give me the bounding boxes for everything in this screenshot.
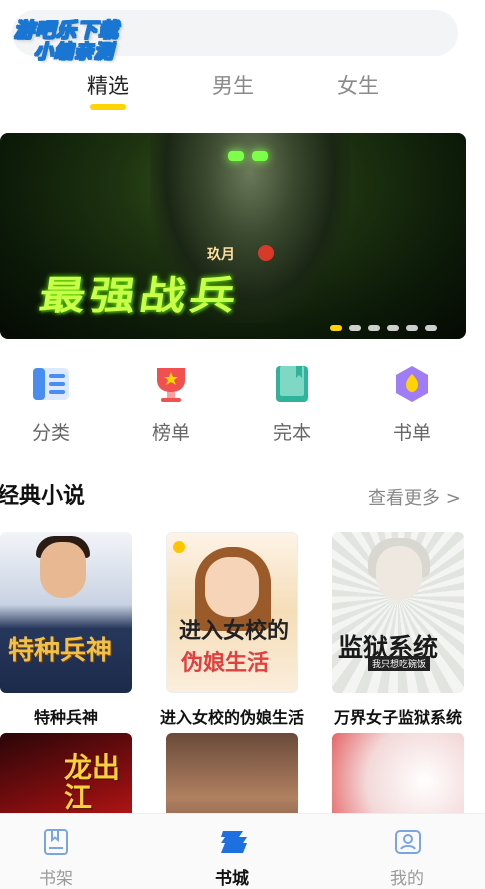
category-booklist[interactable]: 书单 — [372, 362, 452, 445]
cover-figure-head — [376, 546, 422, 600]
profile-icon — [394, 828, 421, 856]
category-label: 完本 — [272, 422, 311, 444]
bottom-nav: 书架 书城 我的 — [0, 813, 485, 889]
banner-title: 最强战兵 — [36, 272, 243, 319]
category-completed[interactable]: 完本 — [252, 362, 332, 445]
cover-title-art: 龙出江 — [64, 751, 121, 814]
book-title: 进入女校的伪娘生活 — [159, 708, 304, 727]
book-card[interactable]: 进入女校的 伪娘生活 进入女校的伪娘生活 — [160, 532, 304, 727]
banner-seal-icon — [258, 245, 274, 261]
category-label: 榜单 — [151, 422, 190, 444]
badge-icon — [390, 362, 434, 406]
carousel-dot[interactable] — [330, 325, 342, 331]
watermark-logo: 游吧乐下载 小编亲测 — [8, 12, 148, 64]
category-label: 分类 — [31, 422, 70, 444]
bookshelf-icon — [43, 828, 69, 856]
tab-active-indicator — [90, 104, 126, 110]
category-ranking[interactable]: 榜单 — [131, 362, 211, 445]
carousel-dot[interactable] — [406, 325, 418, 331]
book-card[interactable]: 特种兵神 特种兵神 — [0, 532, 132, 727]
banner-author: 玖月 — [207, 247, 235, 263]
goggle-light-left — [228, 151, 244, 161]
section-title: 经典小说 — [0, 484, 86, 509]
cover-figure-head — [40, 542, 86, 598]
book-title: 万界女子监狱系统 — [333, 708, 462, 727]
book-icon — [270, 362, 314, 406]
goggle-light-right — [252, 151, 268, 161]
category-row: 分类 榜单 完本 书单 — [0, 362, 485, 452]
view-more-link[interactable]: 查看更多 > — [368, 484, 461, 510]
cover-subtitle: 我只想吃碗饭 — [368, 656, 431, 671]
nav-label: 书城 — [215, 869, 249, 889]
cover-title-art-line2: 伪娘生活 — [181, 650, 270, 676]
trophy-icon — [149, 362, 193, 406]
carousel-dot[interactable] — [368, 325, 380, 331]
book-card[interactable]: 监狱系统 我只想吃碗饭 万界女子监狱系统 — [332, 532, 464, 727]
carousel-dot[interactable] — [425, 325, 437, 331]
category-label: 书单 — [392, 422, 431, 444]
tab-female[interactable]: 女生 — [313, 70, 403, 100]
nav-label: 书架 — [39, 869, 73, 889]
tab-featured[interactable]: 精选 — [63, 70, 153, 100]
list-icon — [29, 362, 73, 406]
nav-label: 我的 — [390, 869, 424, 889]
carousel-dot[interactable] — [387, 325, 399, 331]
cover-figure-face — [205, 557, 259, 617]
nav-bookshelf[interactable]: 书架 — [16, 828, 96, 889]
category-classify[interactable]: 分类 — [11, 362, 91, 445]
cover-title-art: 特种兵神 — [8, 636, 113, 666]
bookstore-icon — [219, 828, 247, 856]
book-title: 特种兵神 — [33, 708, 98, 727]
book-cover: 监狱系统 我只想吃碗饭 — [332, 532, 464, 693]
banner-carousel[interactable]: 玖月 最强战兵 — [0, 133, 466, 339]
top-tabs: 精选 男生 女生 — [0, 62, 485, 112]
nav-bookstore[interactable]: 书城 — [192, 828, 272, 889]
book-cover: 特种兵神 — [0, 532, 132, 693]
publisher-logo-icon — [173, 541, 185, 553]
cover-title-art-line1: 进入女校的 — [179, 618, 290, 644]
tab-male[interactable]: 男生 — [188, 70, 278, 100]
carousel-dots — [330, 325, 437, 331]
book-cover: 进入女校的 伪娘生活 — [166, 532, 298, 693]
watermark-line2: 小编亲测 — [33, 41, 115, 64]
nav-profile[interactable]: 我的 — [367, 828, 447, 889]
carousel-dot[interactable] — [349, 325, 361, 331]
